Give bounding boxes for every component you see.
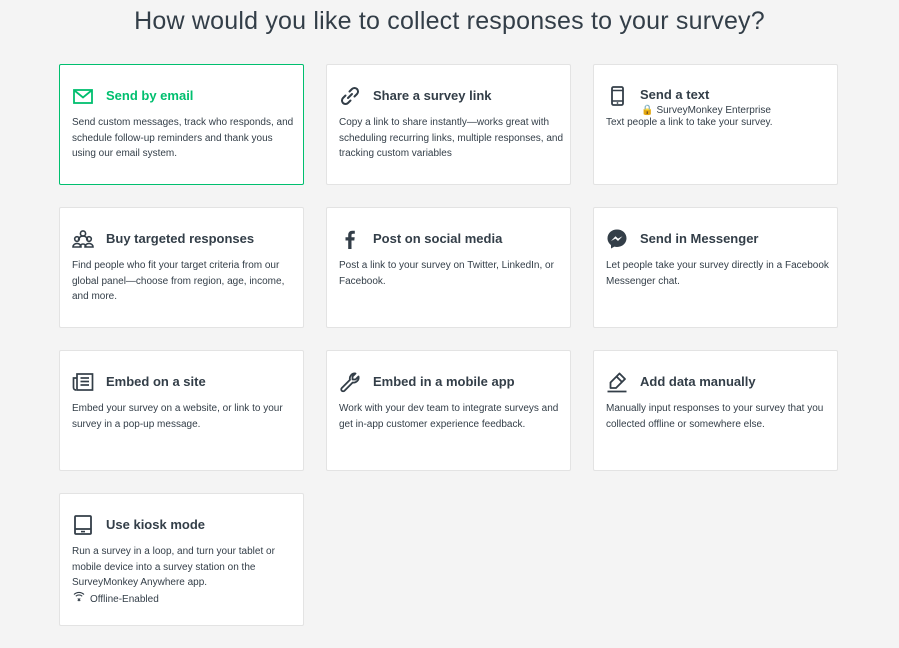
tablet-icon: [72, 514, 94, 536]
option-use-kiosk-mode[interactable]: Use kiosk mode Run a survey in a loop, a…: [59, 493, 304, 626]
option-title: Share a survey link: [373, 88, 492, 103]
people-icon: [72, 228, 94, 250]
option-title: Buy targeted responses: [106, 231, 255, 246]
embed-site-icon: [72, 371, 94, 393]
pencil-icon: [606, 371, 628, 393]
option-title: Send by email: [106, 88, 194, 103]
wrench-icon: [339, 371, 361, 393]
option-description: Work with your dev team to integrate sur…: [339, 403, 559, 430]
facebook-icon: [339, 228, 361, 250]
option-description: Find people who fit your target criteria…: [72, 260, 285, 302]
option-description: Copy a link to share instantly—works gre…: [339, 117, 564, 159]
option-post-on-social-media[interactable]: Post on social media Post a link to your…: [326, 207, 571, 328]
option-description: Run a survey in a loop, and turn your ta…: [72, 546, 275, 588]
option-buy-targeted-responses[interactable]: Buy targeted responses Find people who f…: [59, 207, 304, 328]
envelope-icon: [72, 85, 94, 107]
option-embed-on-a-site[interactable]: Embed on a site Embed your survey on a w…: [59, 350, 304, 471]
option-send-in-messenger[interactable]: Send in Messenger Let people take your s…: [593, 207, 838, 328]
option-title: Send a text: [640, 87, 710, 102]
option-description: Let people take your survey directly in …: [606, 260, 829, 287]
option-title: Embed on a site: [106, 374, 206, 389]
wifi-off-icon: [72, 591, 86, 605]
messenger-icon: [606, 228, 628, 250]
option-send-a-text[interactable]: Send a text 🔒 SurveyMonkey Enterprise Tex…: [593, 64, 838, 185]
option-description: Post a link to your survey on Twitter, L…: [339, 260, 554, 287]
option-title: Embed in a mobile app: [373, 374, 515, 389]
option-embed-in-mobile-app[interactable]: Embed in a mobile app Work with your dev…: [326, 350, 571, 471]
offline-enabled-label: Offline-Enabled: [90, 594, 159, 605]
offline-enabled-badge: Offline-Enabled: [72, 591, 159, 605]
option-description: Send custom messages, track who responds…: [72, 117, 294, 159]
option-title: Use kiosk mode: [106, 517, 205, 532]
option-title: Post on social media: [373, 231, 503, 246]
option-add-data-manually[interactable]: Add data manually Manually input respons…: [593, 350, 838, 471]
link-icon: [339, 85, 361, 107]
option-send-by-email[interactable]: Send by email Send custom messages, trac…: [59, 64, 304, 185]
option-title: Send in Messenger: [640, 231, 759, 246]
option-description: Manually input responses to your survey …: [606, 403, 824, 430]
option-description: Embed your survey on a website, or link …: [72, 403, 283, 430]
option-title: Add data manually: [640, 374, 756, 389]
phone-icon: [606, 85, 628, 107]
option-share-survey-link[interactable]: Share a survey link Copy a link to share…: [326, 64, 571, 185]
option-description: Text people a link to take your survey.: [606, 117, 773, 128]
page-title: How would you like to collect responses …: [134, 7, 765, 35]
